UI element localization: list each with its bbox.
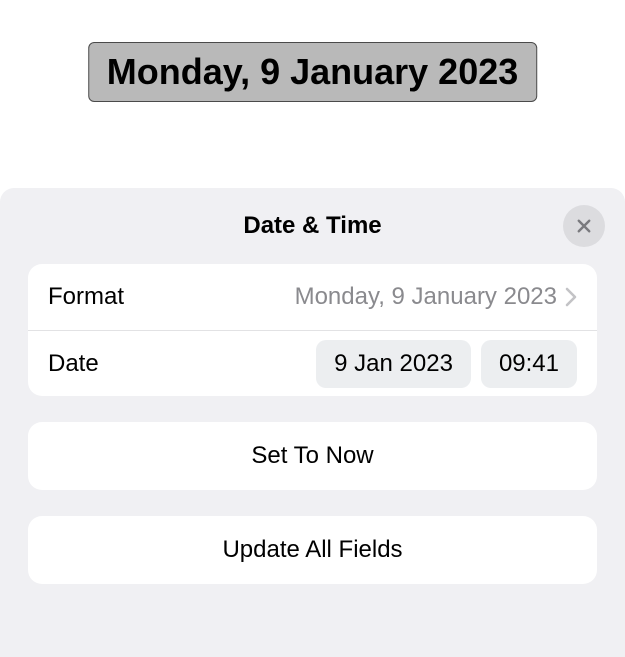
date-picker[interactable]: 9 Jan 2023 <box>316 340 471 388</box>
close-icon <box>575 217 593 235</box>
set-to-now-button[interactable]: Set To Now <box>28 422 597 490</box>
panel-title: Date & Time <box>243 212 381 240</box>
document-canvas: Monday, 9 January 2023 Date & Time Forma… <box>0 0 625 657</box>
close-button[interactable] <box>563 205 605 247</box>
panel-header: Date & Time <box>0 188 625 264</box>
chevron-right-icon <box>565 287 577 307</box>
date-label: Date <box>48 350 99 378</box>
date-row-controls: 9 Jan 2023 09:41 <box>99 340 577 388</box>
time-picker[interactable]: 09:41 <box>481 340 577 388</box>
update-all-fields-button[interactable]: Update All Fields <box>28 516 597 584</box>
inserted-date-field[interactable]: Monday, 9 January 2023 <box>88 42 538 102</box>
format-row[interactable]: Format Monday, 9 January 2023 <box>28 264 597 330</box>
format-value: Monday, 9 January 2023 <box>124 283 565 311</box>
date-row: Date 9 Jan 2023 09:41 <box>28 330 597 396</box>
settings-group: Format Monday, 9 January 2023 Date 9 Jan… <box>28 264 597 396</box>
format-label: Format <box>48 283 124 311</box>
date-time-panel: Date & Time Format Monday, 9 January 202… <box>0 188 625 657</box>
